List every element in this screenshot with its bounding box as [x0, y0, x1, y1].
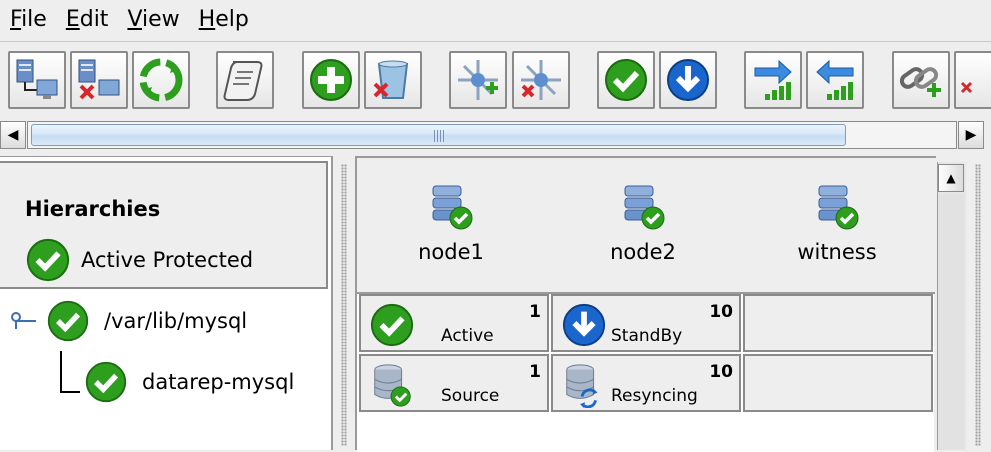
delete-resource-icon: [373, 60, 409, 99]
create-comm-path-button[interactable]: [449, 51, 507, 109]
scroll-thumb[interactable]: [31, 124, 846, 146]
active-check-icon: [26, 238, 70, 282]
server-alive-icon: [624, 185, 665, 230]
scroll-left-button[interactable]: ◀: [0, 121, 26, 149]
create-resource-icon: [310, 59, 352, 101]
scroll-track[interactable]: [27, 121, 957, 149]
server-alive-icon: [432, 185, 473, 230]
status-cell-node1-mysql[interactable]: Active 1: [359, 294, 549, 352]
resource-state: StandBy: [611, 326, 683, 346]
delete-comm-path-icon: [521, 60, 561, 100]
server-header-row: node1 node2 witness: [357, 164, 935, 294]
status-grid: node1 node2 witness Active 1 StandBy 10 …: [357, 164, 935, 452]
in-service-button[interactable]: [597, 51, 655, 109]
splitter-grip: [341, 164, 347, 446]
hierarchy-tree-pane: Hierarchies Active Protected /var/lib/my…: [0, 156, 333, 450]
connect-server-button[interactable]: [8, 51, 66, 109]
active-check-icon: [47, 300, 89, 342]
out-of-service-icon: [667, 59, 709, 101]
resource-state: Source: [441, 386, 500, 406]
disconnect-server-icon: [78, 59, 120, 100]
resource-priority: 10: [709, 362, 733, 382]
out-of-service-button[interactable]: [659, 51, 717, 109]
hierarchies-status-label: Active Protected: [81, 248, 254, 272]
tree-item-var-lib-mysql[interactable]: /var/lib/mysql: [10, 299, 247, 343]
splitter-grip: [975, 164, 981, 446]
status-cell-witness-mysql[interactable]: [743, 294, 933, 352]
refresh-icon: [139, 58, 183, 102]
connect-server-icon: [16, 59, 58, 99]
resource-state: Resyncing: [611, 386, 698, 406]
hierarchies-status: Active Protected: [25, 237, 253, 283]
delete-dependency-button[interactable]: [954, 51, 991, 109]
hierarchies-title: Hierarchies: [25, 197, 161, 221]
delete-comm-path-button[interactable]: [512, 51, 570, 109]
active-check-icon: [85, 361, 127, 403]
tree-item-label: /var/lib/mysql: [104, 309, 248, 333]
server-status-pane: node1 node2 witness Active 1 StandBy 10 …: [355, 156, 936, 452]
hierarchies-header: Hierarchies Active Protected: [0, 161, 328, 289]
unextend-resource-icon: [816, 59, 854, 100]
view-log-button[interactable]: [216, 51, 274, 109]
server-node1[interactable]: node1: [371, 182, 531, 264]
tree-item-datarep-mysql[interactable]: datarep-mysql: [84, 360, 294, 404]
vertical-scroll-track[interactable]: [938, 194, 964, 450]
scroll-right-button[interactable]: ▶: [958, 121, 984, 149]
refresh-button[interactable]: [132, 51, 190, 109]
resource-priority: 1: [529, 302, 541, 322]
status-vertical-scrollbar[interactable]: ▲: [937, 162, 966, 450]
arrow-left-icon: ◀: [7, 127, 19, 143]
disconnect-server-button[interactable]: [70, 51, 128, 109]
arrow-right-icon: ▶: [965, 127, 977, 143]
status-cell-node2-mysql[interactable]: StandBy 10: [551, 294, 741, 352]
status-cell-node1-datarep[interactable]: Source 1: [359, 354, 549, 412]
status-cell-witness-datarep[interactable]: [743, 354, 933, 412]
tree-item-label: datarep-mysql: [142, 370, 295, 394]
create-dependency-icon: [899, 67, 941, 97]
in-service-icon: [605, 59, 647, 101]
delete-dependency-icon: [960, 81, 973, 94]
unextend-resource-button[interactable]: [806, 51, 864, 109]
server-node2[interactable]: node2: [563, 182, 723, 264]
resource-priority: 10: [709, 302, 733, 322]
server-witness[interactable]: witness: [757, 182, 917, 264]
tree-handle-icon: [11, 312, 36, 329]
standby-arrow-icon: [562, 303, 606, 347]
server-name: witness: [797, 240, 877, 264]
create-dependency-button[interactable]: [892, 51, 950, 109]
mirror-resyncing-icon: [566, 364, 598, 408]
grip-icon: [433, 130, 444, 142]
delete-resource-button[interactable]: [364, 51, 422, 109]
server-name: node2: [610, 240, 676, 264]
toolbar-horizontal-scrollbar[interactable]: ◀ ▶: [0, 118, 991, 152]
menu-file[interactable]: File: [0, 0, 56, 40]
arrow-up-icon: ▲: [946, 171, 956, 185]
extend-resource-button[interactable]: [744, 51, 802, 109]
menu-view[interactable]: View: [117, 0, 188, 40]
mirror-source-icon: [374, 364, 411, 407]
server-alive-icon: [818, 185, 859, 230]
resource-state: Active: [441, 326, 494, 346]
extend-resource-icon: [754, 59, 792, 100]
view-log-icon: [223, 61, 263, 101]
resource-priority: 1: [529, 362, 541, 382]
scroll-up-button[interactable]: ▲: [938, 164, 964, 192]
menu-help[interactable]: Help: [189, 0, 258, 40]
server-name: node1: [418, 240, 484, 264]
create-resource-button[interactable]: [302, 51, 360, 109]
tree-connector: [60, 351, 80, 393]
toolbar: [0, 41, 991, 118]
active-check-icon: [370, 303, 414, 347]
menu-bar: File Edit View Help: [0, 0, 991, 40]
pane-splitter[interactable]: [334, 156, 354, 450]
menu-edit[interactable]: Edit: [56, 0, 118, 40]
create-comm-path-icon: [458, 60, 498, 100]
status-cell-node2-datarep[interactable]: Resyncing 10: [551, 354, 741, 412]
right-splitter[interactable]: [966, 156, 991, 450]
